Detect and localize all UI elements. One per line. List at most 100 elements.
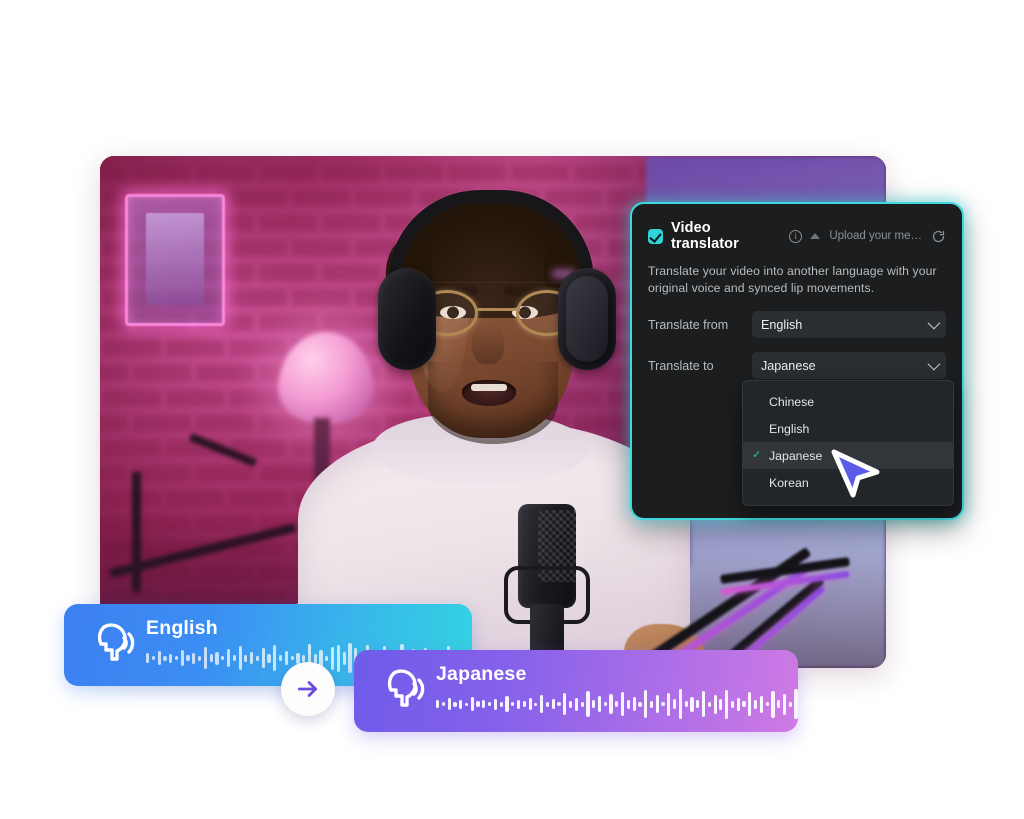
neon-picture-frame xyxy=(125,194,225,326)
translate-from-row: Translate from English xyxy=(648,311,946,338)
waveform-bar xyxy=(209,654,213,662)
panel-header: Video translator i Upload your me… xyxy=(648,220,946,252)
dropdown-option-label: Korean xyxy=(769,475,809,490)
waveform-bar xyxy=(336,644,340,672)
translate-to-value: Japanese xyxy=(761,358,816,373)
translate-from-value: English xyxy=(761,317,803,332)
waveform-bar xyxy=(169,653,173,663)
upload-media-label[interactable]: Upload your me… xyxy=(829,230,922,242)
waveform-bar xyxy=(759,695,763,713)
waveform-bar xyxy=(302,654,306,662)
waveform-bar xyxy=(540,695,544,713)
waveform-bar xyxy=(459,699,463,709)
dropdown-option-chinese[interactable]: ✓ Chinese xyxy=(743,388,953,415)
waveform-bar xyxy=(284,651,288,665)
panel-header-actions: Upload your me… xyxy=(810,229,946,244)
waveform-bar xyxy=(748,692,752,716)
waveform-bar xyxy=(713,694,717,714)
waveform-bar xyxy=(174,656,179,660)
waveform-bar xyxy=(725,689,729,719)
nose xyxy=(472,324,504,364)
waveform-bar xyxy=(684,701,688,707)
dropdown-option-label: Chinese xyxy=(769,394,815,409)
waveform-bar xyxy=(511,702,515,706)
check-icon: ✓ xyxy=(752,449,762,461)
waveform-bar xyxy=(151,656,155,660)
waveform-bar xyxy=(238,646,242,670)
waveform-bar xyxy=(753,699,758,709)
waveform-bar xyxy=(470,697,474,711)
waveform-bar xyxy=(186,655,190,661)
waveform-bar xyxy=(615,701,619,707)
check-icon-placeholder: ✓ xyxy=(752,477,763,488)
waveform-bar xyxy=(482,700,486,708)
waveform-bar xyxy=(545,701,550,707)
waveform-bar xyxy=(626,699,630,709)
waveform-bar xyxy=(649,700,654,708)
waveform-bar xyxy=(221,656,225,660)
audio-card-target[interactable]: Japanese xyxy=(354,650,798,732)
waveform-bar xyxy=(534,702,538,706)
translate-to-row: Translate to Japanese xyxy=(648,352,946,379)
waveform-bar xyxy=(667,692,671,716)
dropdown-option-label: English xyxy=(769,421,810,436)
upload-triangle-icon[interactable] xyxy=(810,233,821,239)
waveform-bar xyxy=(226,649,231,667)
waveform-bar xyxy=(250,652,254,664)
waveform-bar xyxy=(621,692,625,716)
waveform-bar xyxy=(163,655,167,661)
translate-from-select[interactable]: English xyxy=(752,311,946,338)
headphone-cup-left xyxy=(378,268,436,370)
video-translator-checkbox[interactable] xyxy=(648,228,663,244)
waveform-bar xyxy=(690,696,694,712)
waveform-bar xyxy=(609,694,613,714)
swap-translate-button[interactable] xyxy=(281,662,335,716)
panel-description: Translate your video into another langua… xyxy=(648,264,937,295)
waveform-bar xyxy=(719,698,723,710)
speaking-head-icon xyxy=(372,665,426,717)
translate-to-label: Translate to xyxy=(648,358,714,373)
translate-from-label: Translate from xyxy=(648,317,729,332)
waveform-bar xyxy=(557,702,561,706)
check-icon-placeholder: ✓ xyxy=(752,423,763,434)
video-translator-panel: Video translator i Upload your me… Trans… xyxy=(630,202,964,520)
waveform-bar xyxy=(441,702,445,706)
waveform-bar xyxy=(476,701,480,707)
waveform-bar xyxy=(574,697,578,711)
waveform-bar xyxy=(232,655,236,661)
screenshot-root: Video translator i Upload your me… Trans… xyxy=(0,0,1024,819)
waveform-bar xyxy=(788,701,792,707)
waveform-bar xyxy=(198,655,202,661)
waveform-bar xyxy=(563,693,567,715)
waveform-bar xyxy=(488,702,492,706)
waveform-bar xyxy=(730,700,735,708)
info-circle-icon[interactable]: i xyxy=(789,229,803,243)
waveform-bar xyxy=(273,645,277,671)
waveform-bar xyxy=(638,701,642,707)
headphones-band xyxy=(388,190,594,282)
translate-to-select[interactable]: Japanese xyxy=(752,352,946,379)
waveform-bar xyxy=(255,655,260,661)
waveform-bar xyxy=(597,696,602,712)
waveform-bar xyxy=(742,701,746,707)
waveform-bar xyxy=(661,702,665,706)
waveform-bar xyxy=(180,650,184,666)
waveform-bar xyxy=(453,701,457,707)
waveform-bar xyxy=(678,689,682,719)
reset-icon[interactable] xyxy=(931,229,946,244)
waveform-bar xyxy=(296,652,300,664)
panel-title: Video translator xyxy=(671,220,739,252)
waveform-bar xyxy=(701,691,706,717)
waveform-bar xyxy=(203,647,207,669)
headphone-cup-right xyxy=(558,268,616,370)
waveform-bar xyxy=(505,696,509,712)
waveform-bar xyxy=(157,651,161,665)
waveform-bar xyxy=(436,700,440,708)
card-language-label: English xyxy=(146,617,218,639)
waveform-bar xyxy=(592,700,596,708)
waveform-bar xyxy=(290,656,294,660)
waveform-bar xyxy=(215,651,219,665)
waveform-bar xyxy=(736,697,740,711)
waveform-bar xyxy=(348,643,352,673)
dropdown-option-english[interactable]: ✓ English xyxy=(743,415,953,442)
